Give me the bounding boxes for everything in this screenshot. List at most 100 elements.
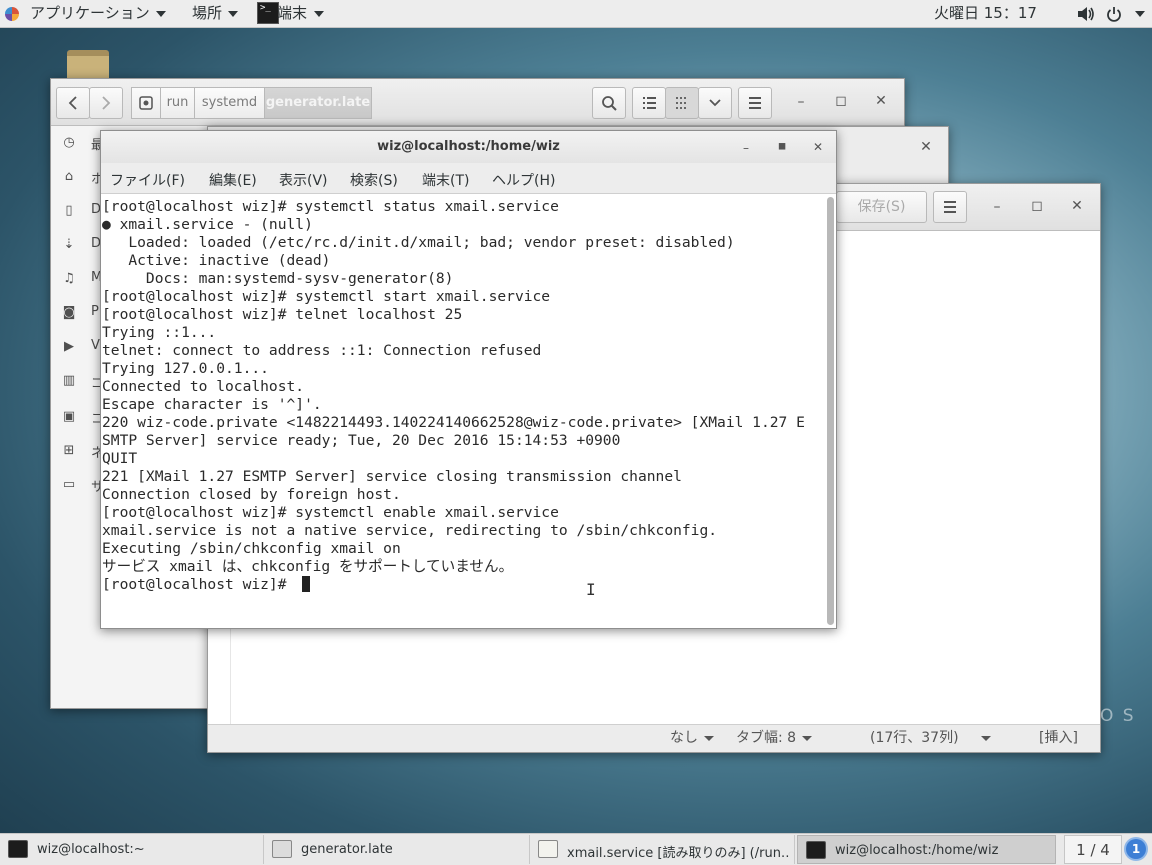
terminal-line: Docs: man:systemd-sysv-generator(8) — [102, 270, 454, 287]
terminal-menubar: ファイル(F) 編集(E) 表示(V) 検索(S) 端末(T) ヘルプ(H) — [101, 163, 836, 194]
task-label: generator.late — [301, 842, 393, 857]
cursor-position-selector[interactable]: (17行、37列) — [870, 725, 991, 752]
music-icon: ♫ — [63, 271, 75, 286]
grid-view-button[interactable] — [665, 87, 699, 119]
clock[interactable]: 火曜日 15：17 — [934, 0, 1037, 27]
volume-icon[interactable] — [1077, 6, 1095, 22]
chevron-down-icon — [314, 11, 324, 17]
file-manager-headerbar: run systemd generator.late – ◻ ✕ — [51, 79, 904, 126]
maximize-icon[interactable]: ◻ — [833, 93, 849, 109]
chevron-down-icon — [704, 735, 714, 741]
notification-badge[interactable]: 1 — [1126, 839, 1146, 859]
minimize-icon[interactable]: – — [738, 140, 754, 156]
view-options-button[interactable] — [698, 87, 732, 119]
applications-menu[interactable]: アプリケーション — [30, 0, 166, 27]
mouse-ibeam-cursor-icon: I — [586, 580, 596, 599]
close-icon[interactable]: ✕ — [810, 139, 826, 155]
hamburger-icon — [749, 97, 761, 109]
terminal-cursor — [302, 576, 310, 592]
terminal-title: wiz@localhost:/home/wiz — [377, 139, 560, 154]
breadcrumb-item[interactable]: systemd — [194, 87, 265, 119]
terminal-line: [root@localhost wiz]# telnet localhost 2… — [102, 306, 463, 323]
menu-search[interactable]: 検索(S) — [350, 170, 398, 190]
task-label: wiz@localhost:/home/wiz — [835, 843, 999, 858]
chevron-down-icon — [228, 10, 239, 17]
back-button[interactable] — [56, 87, 90, 119]
maximize-icon[interactable]: ◼ — [774, 139, 790, 155]
drive-icon — [139, 96, 153, 110]
workspace-indicator[interactable]: 1 / 4 — [1064, 835, 1122, 864]
close-icon[interactable]: ✕ — [918, 139, 934, 155]
menu-help[interactable]: ヘルプ(H) — [492, 170, 555, 190]
breadcrumb-current[interactable]: generator.late — [264, 87, 372, 119]
video-icon: ▶ — [64, 339, 74, 354]
places-menu-label: 場所 — [192, 4, 223, 22]
chevron-right-icon — [102, 96, 111, 110]
close-icon[interactable]: ✕ — [873, 93, 889, 109]
menu-file[interactable]: ファイル(F) — [110, 170, 185, 190]
highlight-mode-label: なし — [670, 730, 698, 746]
menu-edit[interactable]: 編集(E) — [209, 170, 257, 190]
list-icon — [643, 97, 656, 109]
terminal-icon — [806, 841, 826, 859]
power-icon[interactable] — [1106, 6, 1122, 22]
menu-button[interactable] — [738, 87, 772, 119]
breadcrumb-root[interactable] — [131, 87, 161, 119]
editor-menu-button[interactable] — [933, 191, 967, 223]
minimize-icon[interactable]: – — [989, 199, 1005, 215]
forward-button[interactable] — [89, 87, 123, 119]
task-label: wiz@localhost:~ — [37, 842, 145, 857]
close-icon[interactable]: ✕ — [1069, 198, 1085, 214]
terminal-line: Active: inactive (dead) — [102, 252, 331, 269]
search-button[interactable] — [592, 87, 626, 119]
terminal-line: Executing /sbin/chkconfig xmail on — [102, 540, 401, 557]
top-bar: アプリケーション 場所 >_ 端末 火曜日 15：17 — [0, 0, 1152, 28]
breadcrumb-item[interactable]: run — [160, 87, 195, 119]
server-icon: ▭ — [62, 477, 76, 492]
editor-statusbar: なし タブ幅: 8 (17行、37列) [挿入] — [208, 724, 1100, 752]
terminal-line: Trying ::1... — [102, 324, 217, 341]
menu-view[interactable]: 表示(V) — [279, 170, 328, 190]
chevron-down-icon — [709, 99, 721, 107]
terminal-scrollbar[interactable] — [827, 197, 834, 625]
terminal-app-label: 端末 — [277, 4, 308, 22]
terminal-line: telnet: connect to address ::1: Connecti… — [102, 342, 542, 359]
terminal-line: [root@localhost wiz]# systemctl status x… — [102, 198, 559, 215]
tab-width-label: タブ幅: 8 — [736, 730, 797, 746]
terminal-line: ● xmail.service - (null) — [102, 216, 313, 233]
menu-terminal[interactable]: 端末(T) — [422, 170, 469, 190]
network-icon: ⊞ — [63, 443, 75, 458]
window-list-taskbar: wiz@localhost:~ generator.late xmail.ser… — [0, 833, 1152, 865]
terminal-line: xmail.service is not a native service, r… — [102, 522, 718, 539]
list-view-button[interactable] — [632, 87, 666, 119]
download-icon: ⇣ — [63, 237, 75, 252]
minimize-icon[interactable]: – — [793, 94, 809, 110]
task-label: xmail.service [読み取りのみ] (/run… — [567, 846, 791, 861]
chevron-left-icon — [68, 96, 77, 110]
terminal-icon: >_ — [257, 2, 279, 24]
document-icon: ▯ — [65, 203, 73, 218]
task-terminal-home[interactable]: wiz@localhost:~ — [0, 835, 264, 864]
sidebar-item-label: V — [91, 338, 100, 353]
task-text-editor[interactable]: xmail.service [読み取りのみ] (/run… — [530, 835, 795, 864]
tab-width-selector[interactable]: タブ幅: 8 — [736, 725, 813, 752]
hamburger-icon — [944, 201, 956, 213]
terminal-output[interactable]: [root@localhost wiz]# systemctl status x… — [101, 194, 824, 628]
terminal-line: Loaded: loaded (/etc/rc.d/init.d/xmail; … — [102, 234, 735, 251]
places-menu[interactable]: 場所 — [192, 0, 239, 27]
centos-watermark: O S — [1100, 706, 1136, 726]
terminal-line: Trying 127.0.0.1... — [102, 360, 269, 377]
system-menu-chevron-icon[interactable] — [1135, 11, 1145, 17]
applications-icon[interactable] — [5, 7, 19, 21]
task-terminal-active[interactable]: wiz@localhost:/home/wiz — [797, 835, 1056, 864]
save-button[interactable]: 保存(S) — [836, 191, 927, 223]
grid-icon — [676, 97, 686, 109]
highlight-mode-selector[interactable]: なし — [670, 725, 714, 752]
applications-menu-label: アプリケーション — [30, 4, 150, 22]
task-file-manager[interactable]: generator.late — [264, 835, 530, 864]
terminal-titlebar[interactable]: wiz@localhost:/home/wiz – ◼ ✕ — [101, 131, 836, 163]
chevron-down-icon — [980, 735, 991, 741]
terminal-app-menu[interactable]: >_ 端末 — [254, 0, 326, 27]
maximize-icon[interactable]: ◻ — [1029, 198, 1045, 214]
terminal-line: Connection closed by foreign host. — [102, 486, 401, 503]
